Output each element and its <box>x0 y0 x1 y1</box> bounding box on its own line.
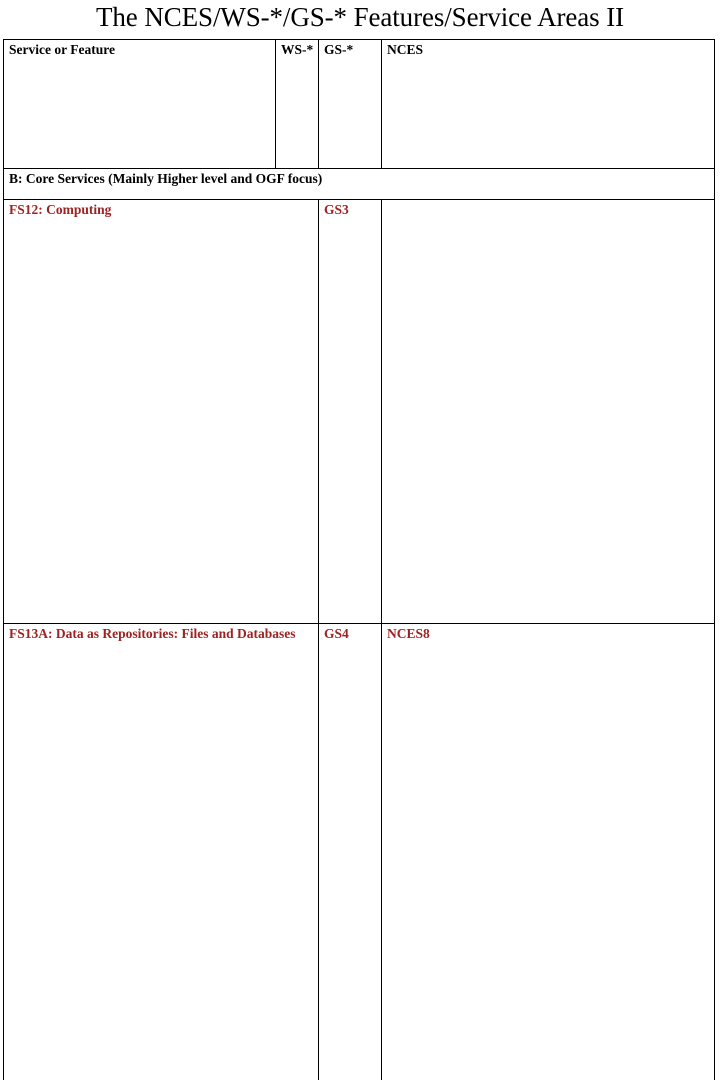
header-nces: NCES <box>382 40 715 169</box>
section-band-row: B: Core Services (Mainly Higher level an… <box>4 169 715 200</box>
features-table: Service or FeatureWS-*GS-*NCESCommentsB:… <box>3 39 715 1080</box>
cell-feature: FS13A: Data as Repositories: Files and D… <box>4 623 319 1080</box>
cell-gs: GS3 <box>319 200 382 624</box>
table-row: FS12: ComputingGS3Job Management major G… <box>4 200 715 624</box>
slide-canvas: The NCES/WS-*/GS-* Features/Service Area… <box>0 0 720 540</box>
features-table-container: Service or FeatureWS-*GS-*NCESCommentsB:… <box>3 39 714 1080</box>
section-band-label: B: Core Services (Mainly Higher level an… <box>4 169 715 200</box>
cell-nces <box>382 200 715 624</box>
table-header-row: Service or FeatureWS-*GS-*NCESComments <box>4 40 715 169</box>
page-title: The NCES/WS-*/GS-* Features/Service Area… <box>0 0 720 36</box>
header-ws: WS-* <box>276 40 319 169</box>
table-row: FS13A: Data as Repositories: Files and D… <box>4 623 715 1080</box>
features-table-body: Service or FeatureWS-*GS-*NCESCommentsB:… <box>4 40 715 1080</box>
header-service-or-feature: Service or Feature <box>4 40 276 169</box>
cell-gs: GS4 <box>319 623 382 1080</box>
cell-feature: FS12: Computing <box>4 200 319 624</box>
cell-nces: NCES8 <box>382 623 715 1080</box>
header-gs: GS-* <box>319 40 382 169</box>
